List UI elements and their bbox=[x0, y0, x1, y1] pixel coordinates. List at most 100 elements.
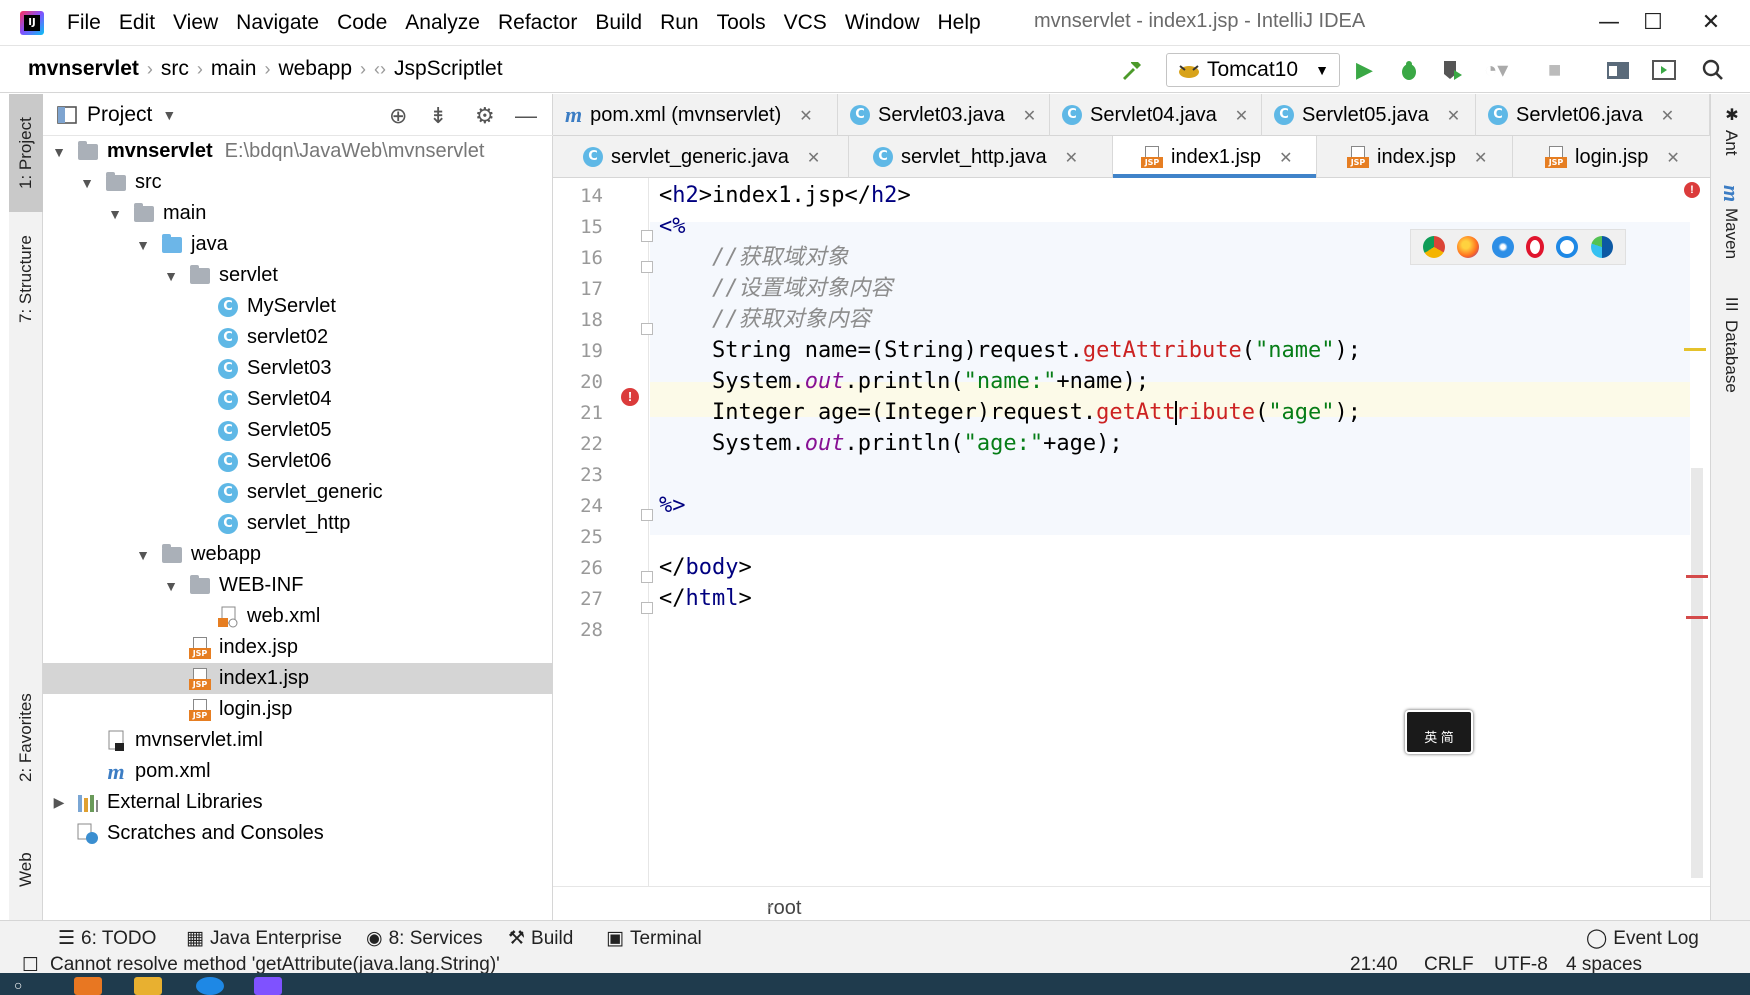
services-tool-button[interactable]: ◉ 8: Services bbox=[366, 927, 483, 950]
close-icon[interactable]: ✕ bbox=[1474, 148, 1487, 167]
crumb-webapp[interactable]: webapp bbox=[278, 57, 352, 81]
build-hammer-icon[interactable] bbox=[1120, 55, 1144, 85]
tree-item-class[interactable]: C MyServlet bbox=[43, 291, 553, 322]
tool-tab-maven[interactable]: m Maven bbox=[1711, 174, 1750, 270]
crumb-project[interactable]: mvnservlet bbox=[28, 57, 139, 81]
tree-item-main[interactable]: ▼ main bbox=[43, 198, 553, 229]
close-icon[interactable]: ✕ bbox=[1065, 148, 1078, 167]
tab-servlet-generic[interactable]: C servlet_generic.java ✕ bbox=[553, 136, 849, 178]
tab-servlet-http[interactable]: C servlet_http.java ✕ bbox=[849, 136, 1113, 178]
locate-icon[interactable]: ⊕ bbox=[389, 103, 407, 129]
tree-item-web-inf[interactable]: ▼ WEB-INF bbox=[43, 570, 553, 601]
tree-item-external-libraries[interactable]: ▶ External Libraries bbox=[43, 787, 553, 818]
tree-item-scratches[interactable]: Scratches and Consoles bbox=[43, 818, 553, 849]
menu-window[interactable]: Window bbox=[836, 10, 929, 36]
firefox-icon[interactable] bbox=[1457, 236, 1480, 258]
coverage-icon[interactable] bbox=[1440, 55, 1464, 85]
maximize-button[interactable]: ☐ bbox=[1630, 6, 1676, 40]
tree-item-class[interactable]: C Servlet06 bbox=[43, 446, 553, 477]
stop-icon[interactable]: ■ bbox=[1548, 55, 1561, 85]
fold-marker-icon[interactable] bbox=[641, 230, 653, 242]
java-enterprise-tool-button[interactable]: ▦ Java Enterprise bbox=[186, 927, 342, 950]
opera-icon[interactable] bbox=[1526, 236, 1545, 258]
close-icon[interactable]: ✕ bbox=[1666, 148, 1679, 167]
tree-item-jsp-selected[interactable]: JSP index1.jsp bbox=[43, 663, 553, 694]
close-window-button[interactable]: ✕ bbox=[1688, 6, 1734, 40]
tree-item-class[interactable]: C servlet02 bbox=[43, 322, 553, 353]
tree-item-jsp[interactable]: JSP index.jsp bbox=[43, 632, 553, 663]
status-checkbox-icon[interactable]: ☐ bbox=[22, 956, 39, 973]
ime-indicator[interactable]: 英 简 bbox=[1405, 710, 1473, 754]
crumb-scriptlet[interactable]: JspScriptlet bbox=[394, 57, 503, 81]
safari-icon[interactable] bbox=[1491, 236, 1514, 258]
build-tool-button[interactable]: ⚒ Build bbox=[508, 927, 573, 950]
chrome-icon[interactable] bbox=[1423, 236, 1446, 258]
error-indicator-icon[interactable]: ! bbox=[1684, 182, 1700, 198]
edge-icon[interactable] bbox=[1590, 236, 1613, 258]
menu-analyze[interactable]: Analyze bbox=[396, 10, 489, 36]
editor-scrollbar[interactable] bbox=[1691, 468, 1703, 878]
indent-setting[interactable]: 4 spaces bbox=[1566, 956, 1642, 973]
close-icon[interactable]: ✕ bbox=[1235, 106, 1248, 125]
tool-tab-favorites[interactable]: 2: Favorites bbox=[9, 678, 43, 798]
tab-login-jsp[interactable]: JSP login.jsp ✕ bbox=[1513, 136, 1710, 178]
menu-view[interactable]: View bbox=[164, 10, 227, 36]
tree-item-class[interactable]: C Servlet04 bbox=[43, 384, 553, 415]
project-view-selector[interactable]: Project ▼ bbox=[57, 103, 176, 127]
todo-tool-button[interactable]: ☰ 6: TODO bbox=[58, 927, 156, 950]
menu-run[interactable]: Run bbox=[651, 10, 708, 36]
presentation-icon[interactable] bbox=[1652, 55, 1676, 85]
search-icon[interactable]: ○ bbox=[14, 977, 42, 995]
warning-stripe[interactable] bbox=[1684, 348, 1706, 351]
crumb-main[interactable]: main bbox=[211, 57, 257, 81]
tab-index1-jsp[interactable]: JSP index1.jsp ✕ bbox=[1113, 136, 1317, 178]
menu-file[interactable]: File bbox=[58, 10, 110, 36]
file-explorer-icon[interactable] bbox=[134, 977, 162, 995]
close-icon[interactable]: ✕ bbox=[1447, 106, 1460, 125]
tab-pom-xml[interactable]: m pom.xml (mvnservlet) ✕ bbox=[553, 94, 838, 136]
fold-marker-icon[interactable] bbox=[641, 261, 653, 273]
event-log-tool-button[interactable]: ◯ Event Log bbox=[1586, 927, 1699, 950]
error-stripe[interactable] bbox=[1686, 575, 1708, 578]
fold-marker-icon[interactable] bbox=[641, 323, 653, 335]
close-icon[interactable]: ✕ bbox=[1279, 148, 1292, 167]
tab-servlet04[interactable]: C Servlet04.java ✕ bbox=[1050, 94, 1262, 136]
firefox-taskbar-icon[interactable] bbox=[74, 977, 102, 995]
tree-item-servlet-package[interactable]: ▼ servlet bbox=[43, 260, 553, 291]
search-icon[interactable] bbox=[1702, 55, 1724, 85]
menu-edit[interactable]: Edit bbox=[110, 10, 164, 36]
file-encoding[interactable]: UTF-8 bbox=[1494, 956, 1548, 973]
tab-index-jsp[interactable]: JSP index.jsp ✕ bbox=[1317, 136, 1513, 178]
tree-item-iml[interactable]: mvnservlet.iml bbox=[43, 725, 553, 756]
tree-item-jsp[interactable]: JSP login.jsp bbox=[43, 694, 553, 725]
close-icon[interactable]: ✕ bbox=[1661, 106, 1674, 125]
tree-item-class[interactable]: C Servlet05 bbox=[43, 415, 553, 446]
line-separator[interactable]: CRLF bbox=[1424, 956, 1474, 973]
menu-tools[interactable]: Tools bbox=[708, 10, 775, 36]
internet-explorer-icon[interactable] bbox=[1556, 236, 1579, 258]
close-icon[interactable]: ✕ bbox=[807, 148, 820, 167]
run-configuration-select[interactable]: Tomcat10 ▼ bbox=[1166, 53, 1340, 87]
tab-servlet06[interactable]: C Servlet06.java ✕ bbox=[1476, 94, 1710, 136]
project-structure-icon[interactable] bbox=[1606, 55, 1630, 85]
caret-position[interactable]: 21:40 bbox=[1350, 956, 1398, 973]
menu-code[interactable]: Code bbox=[328, 10, 396, 36]
minimize-button[interactable]: — bbox=[1586, 6, 1632, 40]
crumb-src[interactable]: src bbox=[161, 57, 189, 81]
terminal-tool-button[interactable]: ▣ Terminal bbox=[606, 927, 702, 950]
close-icon[interactable]: ✕ bbox=[799, 106, 812, 125]
tool-tab-project[interactable]: 1: Project bbox=[9, 94, 43, 212]
tool-tab-database[interactable]: ☰ Database bbox=[1711, 286, 1750, 402]
tab-servlet05[interactable]: C Servlet05.java ✕ bbox=[1262, 94, 1476, 136]
fold-marker-icon[interactable] bbox=[641, 602, 653, 614]
run-icon[interactable]: ▶ bbox=[1356, 55, 1373, 85]
menu-navigate[interactable]: Navigate bbox=[227, 10, 328, 36]
profile-icon[interactable]: ◔▾ bbox=[1484, 55, 1508, 85]
tree-item-src[interactable]: ▼ src bbox=[43, 167, 553, 198]
tree-item-project-root[interactable]: ▼ mvnservlet E:\bdqn\JavaWeb\mvnservlet bbox=[43, 136, 553, 167]
fold-marker-icon[interactable] bbox=[641, 571, 653, 583]
tree-item-java[interactable]: ▼ java bbox=[43, 229, 553, 260]
tree-item-class[interactable]: C servlet_http bbox=[43, 508, 553, 539]
tool-tab-structure[interactable]: 7: Structure bbox=[9, 224, 43, 334]
menu-refactor[interactable]: Refactor bbox=[489, 10, 586, 36]
